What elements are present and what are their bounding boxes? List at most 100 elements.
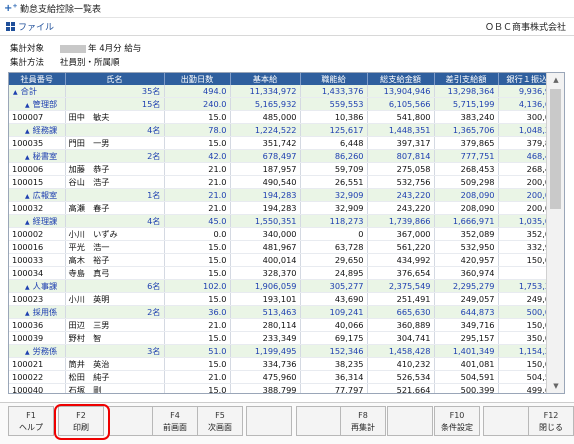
file-menu[interactable]: ファイル [6,20,54,33]
fkey-f5-button[interactable]: F5 次画面 [197,406,243,436]
table-cell: 2名 [65,149,165,163]
table-cell: ▲ 採用係 [9,305,66,319]
table-cell: 100033 [9,253,66,267]
table-row[interactable]: 100006 加藤 恭子 21.0 187,957 59,709 275,058 268,4… [9,162,564,176]
table-cell: 15.0 [164,292,231,306]
fkey-f10-button[interactable]: F10 条件設定 [434,406,480,436]
table-cell: 平光 浩一 [65,240,165,254]
table-row[interactable]: 100034 寺島 真弓 15.0 328,370 24,895 376,654 360,9… [9,266,564,280]
table-row[interactable]: 100007 田中 敏夫 15.0 485,000 10,386 541,800 383,2… [9,110,564,124]
collapse-triangle-icon[interactable]: ▲ [25,284,30,291]
collapse-triangle-icon[interactable]: ▲ [25,193,30,200]
fkey-empty-button[interactable] [246,406,292,436]
cell-text: 268,453 [460,164,495,174]
report-table[interactable]: 社員番号 氏名 出勤日数 基本給 職能給 総支給金額 差引支給額 銀行１振込額 ▲ 合計 35名 4… [8,72,565,394]
table-row[interactable]: 100039 野村 智 15.0 233,349 69,175 304,741 295,15… [9,331,564,345]
cell-text: 15.0 [208,138,227,148]
cell-text: 平光 浩一 [68,242,110,252]
cell-text: 100032 [12,203,44,213]
collapse-triangle-icon[interactable]: ▲ [25,349,30,356]
cell-text: 2名 [147,307,161,317]
table-cell: 340,000 [230,227,301,241]
table-cell: 36,314 [300,370,368,384]
cell-text: 100006 [12,164,44,174]
table-cell: 15.0 [164,240,231,254]
table-row[interactable]: 100032 高瀬 春子 21.0 194,283 32,909 243,220 208,0… [9,201,564,215]
column-header[interactable]: 差引支給額 [434,73,499,85]
table-cell: 石塚 剛 [65,383,165,393]
fkey-f4-button[interactable]: F4 前画面 [152,406,198,436]
table-cell: 35名 [65,85,165,98]
cell-text: 86,260 [334,151,364,161]
cell-text: 243,220 [396,203,431,213]
cell-text: 152,346 [329,346,364,356]
table-cell: 15.0 [164,383,231,393]
column-header[interactable]: 氏名 [65,73,165,85]
table-row[interactable]: 100016 平光 浩一 15.0 481,967 63,728 561,220 532,9… [9,240,564,254]
table-cell: 4名 [65,214,165,228]
table-cell: 400,014 [230,253,301,267]
column-header[interactable]: 基本給 [230,73,301,85]
collapse-triangle-icon[interactable]: ▲ [25,219,30,226]
cell-text: 1,448,351 [388,125,431,135]
cell-text: 807,814 [396,151,431,161]
table-cell: 665,630 [367,305,435,319]
table-row[interactable]: 100002 小川 いずみ 0.0 340,000 0 367,000 352,089 352… [9,227,564,241]
cell-text: 高木 裕子 [68,255,110,265]
table-row[interactable]: 100035 門田 一男 15.0 351,742 6,448 397,317 379,86… [9,136,564,150]
group-row[interactable]: ▲ 人事課 6名 102.0 1,906,059 305,277 2,375,549 2,29… [9,279,564,293]
table-cell: ▲ 人事課 [9,279,66,293]
column-header[interactable]: 総支給金額 [367,73,435,85]
collapse-triangle-icon[interactable]: ▲ [25,102,30,109]
table-cell: 6,105,566 [367,97,435,111]
fkey-f12-button[interactable]: F12 閉じる [528,406,574,436]
cell-text: 2,295,279 [452,281,495,291]
table-cell: 125,617 [300,123,368,137]
fkey-f8-button[interactable]: F8 再集計 [340,406,386,436]
collapse-triangle-icon[interactable]: ▲ [25,310,30,317]
cell-text: 38,235 [334,359,364,369]
group-row[interactable]: ▲ 採用係 2名 36.0 513,463 109,241 665,630 644,873 50… [9,305,564,319]
group-row[interactable]: ▲ 労務係 3名 51.0 1,199,495 152,346 1,458,428 1,401… [9,344,564,358]
scroll-thumb[interactable] [550,89,561,209]
cell-text: 筒井 英治 [68,359,110,369]
group-row[interactable]: ▲ 合計 35名 494.0 11,334,972 1,433,376 13,904,946… [9,85,564,98]
group-row[interactable]: ▲ 経理課 4名 45.0 1,550,351 118,273 1,739,866 1,666… [9,214,564,228]
column-header[interactable]: 職能給 [300,73,368,85]
column-header[interactable]: 出勤日数 [164,73,231,85]
cell-text: 485,000 [262,112,297,122]
table-row[interactable]: 100022 松田 純子 21.0 475,960 36,314 526,534 504,5… [9,370,564,384]
fkey-empty-button[interactable] [483,406,529,436]
collapse-triangle-icon[interactable]: ▲ [25,154,30,161]
scroll-up-icon[interactable]: ▲ [547,73,564,87]
collapse-triangle-icon[interactable]: ▲ [13,89,18,96]
cell-text: 15.0 [208,268,227,278]
table-cell: 249,057 [434,292,499,306]
fkey-f1-button[interactable]: F1 ヘルプ [8,406,54,436]
fkey-label: 条件設定 [441,423,473,432]
vertical-scrollbar[interactable]: ▲ ▼ [546,73,564,393]
cell-text: 0.0 [213,229,227,239]
table-row[interactable]: 100040 石塚 剛 15.0 388,799 77,797 521,664 500,39… [9,383,564,393]
column-header[interactable]: 社員番号 [9,73,66,85]
fkey-empty-button[interactable] [296,406,342,436]
fkey-empty-button[interactable] [108,406,154,436]
scroll-down-icon[interactable]: ▼ [547,379,564,393]
table-cell: 100002 [9,227,66,241]
table-cell: 541,800 [367,110,435,124]
cell-text: 125,617 [329,125,364,135]
table-row[interactable]: 100015 谷山 浩子 21.0 490,540 26,551 532,756 509,2… [9,175,564,189]
group-row[interactable]: ▲ 経務課 4名 78.0 1,224,522 125,617 1,448,351 1,365… [9,123,564,137]
group-row[interactable]: ▲ 秘書室 2名 42.0 678,497 86,260 807,814 777,751 468… [9,149,564,163]
collapse-triangle-icon[interactable]: ▲ [25,128,30,135]
table-row[interactable]: 100036 田辺 三男 21.0 280,114 40,066 360,889 349,7… [9,318,564,332]
group-row[interactable]: ▲ 管理部 15名 240.0 5,165,932 559,553 6,105,566 5,7… [9,97,564,111]
cell-text: 秘書室 [32,151,58,161]
cell-text: 328,370 [262,268,297,278]
group-row[interactable]: ▲ 広報室 1名 21.0 194,283 32,909 243,220 208,090 200… [9,188,564,202]
table-row[interactable]: 100021 筒井 英治 15.0 334,736 38,235 410,232 401,0… [9,357,564,371]
cell-text: 合計 [20,86,38,96]
fkey-empty-button[interactable] [387,406,433,436]
table-row[interactable]: 100033 高木 裕子 15.0 400,014 29,650 434,992 420,9… [9,253,564,267]
table-row[interactable]: 100023 小川 英明 15.0 193,101 43,690 251,491 249,0… [9,292,564,306]
